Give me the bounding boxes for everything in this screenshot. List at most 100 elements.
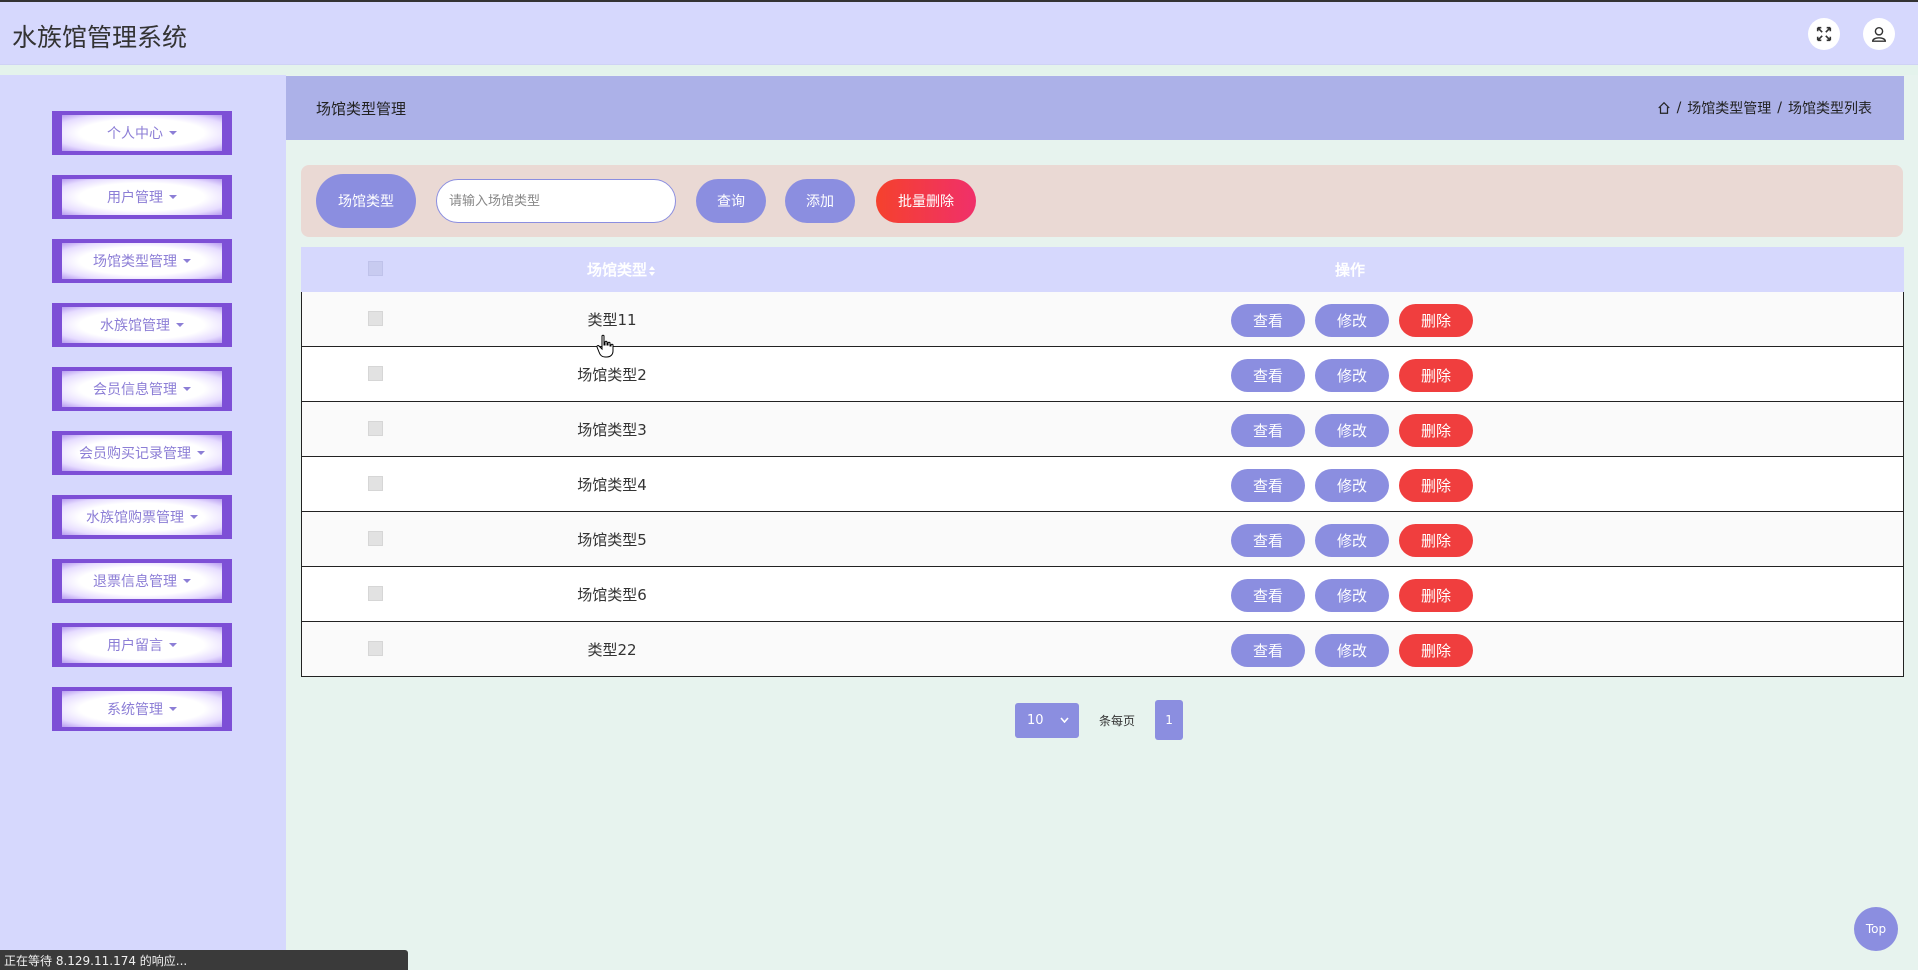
sidebar-item-member-purchase-records[interactable]: 会员购买记录管理	[52, 431, 232, 475]
view-button[interactable]: 查看	[1231, 304, 1305, 337]
caret-down-icon	[190, 515, 198, 519]
sidebar-item-label: 场馆类型管理	[93, 254, 177, 270]
row-checkbox[interactable]	[368, 421, 383, 436]
row-checkbox[interactable]	[368, 311, 383, 326]
caret-down-icon	[197, 451, 205, 455]
header-strip	[0, 65, 1918, 75]
edit-button[interactable]: 修改	[1315, 304, 1389, 337]
sort-icon	[649, 265, 656, 276]
column-header-actions: 操作	[1335, 261, 1366, 279]
page-size-select[interactable]: 10	[1015, 702, 1079, 738]
row-checkbox[interactable]	[368, 641, 383, 656]
view-button[interactable]: 查看	[1231, 524, 1305, 557]
table-row: 类型11 查看 修改 删除	[301, 292, 1904, 347]
view-button[interactable]: 查看	[1231, 414, 1305, 447]
search-label: 场馆类型	[316, 174, 416, 228]
user-avatar-button[interactable]	[1863, 18, 1895, 50]
breadcrumb-separator: /	[1777, 100, 1782, 116]
browser-status-bar: 正在等待 8.129.11.174 的响应...	[0, 950, 408, 970]
venue-type-name: 场馆类型3	[577, 421, 647, 439]
caret-down-icon	[183, 259, 191, 263]
fullscreen-button[interactable]	[1808, 18, 1840, 50]
caret-down-icon	[183, 579, 191, 583]
row-checkbox[interactable]	[368, 366, 383, 381]
query-button[interactable]: 查询	[696, 179, 766, 223]
caret-down-icon	[169, 707, 177, 711]
add-button[interactable]: 添加	[785, 179, 855, 223]
per-page-label: 条每页	[1099, 713, 1136, 728]
sidebar-item-aquarium-management[interactable]: 水族馆管理	[52, 303, 232, 347]
sidebar-item-system-management[interactable]: 系统管理	[52, 687, 232, 731]
edit-button[interactable]: 修改	[1315, 359, 1389, 392]
venue-type-name: 场馆类型2	[577, 366, 647, 384]
sidebar-item-member-info-management[interactable]: 会员信息管理	[52, 367, 232, 411]
table-row: 类型22 查看 修改 删除	[301, 622, 1904, 677]
sidebar-item-label: 系统管理	[107, 702, 163, 718]
home-icon[interactable]	[1657, 101, 1671, 115]
table-row: 场馆类型2 查看 修改 删除	[301, 347, 1904, 402]
table-row: 场馆类型3 查看 修改 删除	[301, 402, 1904, 457]
delete-button[interactable]: 删除	[1399, 359, 1473, 392]
chevron-down-icon	[1060, 717, 1069, 723]
row-checkbox[interactable]	[368, 586, 383, 601]
delete-button[interactable]: 删除	[1399, 579, 1473, 612]
sidebar-item-ticket-management[interactable]: 水族馆购票管理	[52, 495, 232, 539]
caret-down-icon	[169, 195, 177, 199]
pagination: 10 条每页 1	[1015, 700, 1184, 740]
breadcrumb-item[interactable]: 场馆类型管理	[1687, 98, 1771, 118]
breadcrumb-separator: /	[1676, 100, 1682, 116]
breadcrumb: / 场馆类型管理 / 场馆类型列表	[1657, 98, 1872, 118]
page-number-button[interactable]: 1	[1155, 700, 1184, 740]
sidebar-item-label: 会员购买记录管理	[79, 446, 191, 462]
fullscreen-icon	[1816, 26, 1832, 42]
table-row: 场馆类型6 查看 修改 删除	[301, 567, 1904, 622]
edit-button[interactable]: 修改	[1315, 634, 1389, 667]
delete-button[interactable]: 删除	[1399, 469, 1473, 502]
column-header-venue-type[interactable]: 场馆类型	[587, 259, 656, 280]
delete-button[interactable]: 删除	[1399, 634, 1473, 667]
view-button[interactable]: 查看	[1231, 469, 1305, 502]
edit-button[interactable]: 修改	[1315, 469, 1389, 502]
sidebar-item-label: 用户管理	[107, 190, 163, 206]
user-icon	[1871, 26, 1887, 42]
breadcrumb-item: 场馆类型列表	[1788, 101, 1872, 117]
batch-delete-button[interactable]: 批量删除	[876, 179, 976, 223]
table-header: 场馆类型 操作	[301, 247, 1904, 292]
venue-type-name: 类型22	[587, 641, 637, 659]
sidebar: 个人中心 用户管理 场馆类型管理 水族馆管理 会员信息管理 会员购买记录管理 水…	[0, 75, 286, 970]
view-button[interactable]: 查看	[1231, 359, 1305, 392]
hand-cursor-icon	[596, 334, 614, 358]
caret-down-icon	[176, 323, 184, 327]
edit-button[interactable]: 修改	[1315, 579, 1389, 612]
venue-type-table: 场馆类型 操作 类型11 查看 修改 删除 场馆类型2 查看 修改 删除 场馆类…	[301, 247, 1904, 677]
sidebar-item-label: 用户留言	[107, 638, 163, 654]
caret-down-icon	[169, 131, 177, 135]
view-button[interactable]: 查看	[1231, 634, 1305, 667]
sidebar-item-venue-type-management[interactable]: 场馆类型管理	[52, 239, 232, 283]
sidebar-item-user-messages[interactable]: 用户留言	[52, 623, 232, 667]
table-row: 场馆类型5 查看 修改 删除	[301, 512, 1904, 567]
row-checkbox[interactable]	[368, 476, 383, 491]
view-button[interactable]: 查看	[1231, 579, 1305, 612]
search-panel: 场馆类型 查询 添加 批量删除	[301, 165, 1903, 237]
delete-button[interactable]: 删除	[1399, 524, 1473, 557]
table-row: 场馆类型4 查看 修改 删除	[301, 457, 1904, 512]
select-all-checkbox[interactable]	[368, 261, 383, 276]
app-title: 水族馆管理系统	[12, 23, 188, 52]
venue-type-name: 场馆类型5	[577, 531, 647, 549]
sidebar-item-label: 个人中心	[107, 126, 163, 142]
sidebar-item-personal-center[interactable]: 个人中心	[52, 111, 232, 155]
caret-down-icon	[169, 643, 177, 647]
edit-button[interactable]: 修改	[1315, 524, 1389, 557]
venue-type-search-input[interactable]	[436, 179, 676, 223]
row-checkbox[interactable]	[368, 531, 383, 546]
sidebar-item-label: 会员信息管理	[93, 382, 177, 398]
breadcrumb-bar: 场馆类型管理 / 场馆类型管理 / 场馆类型列表	[286, 76, 1904, 140]
sidebar-item-refund-management[interactable]: 退票信息管理	[52, 559, 232, 603]
table-body: 类型11 查看 修改 删除 场馆类型2 查看 修改 删除 场馆类型3 查看 修改…	[301, 292, 1904, 677]
back-to-top-button[interactable]: Top	[1854, 907, 1898, 951]
delete-button[interactable]: 删除	[1399, 414, 1473, 447]
sidebar-item-user-management[interactable]: 用户管理	[52, 175, 232, 219]
edit-button[interactable]: 修改	[1315, 414, 1389, 447]
delete-button[interactable]: 删除	[1399, 304, 1473, 337]
